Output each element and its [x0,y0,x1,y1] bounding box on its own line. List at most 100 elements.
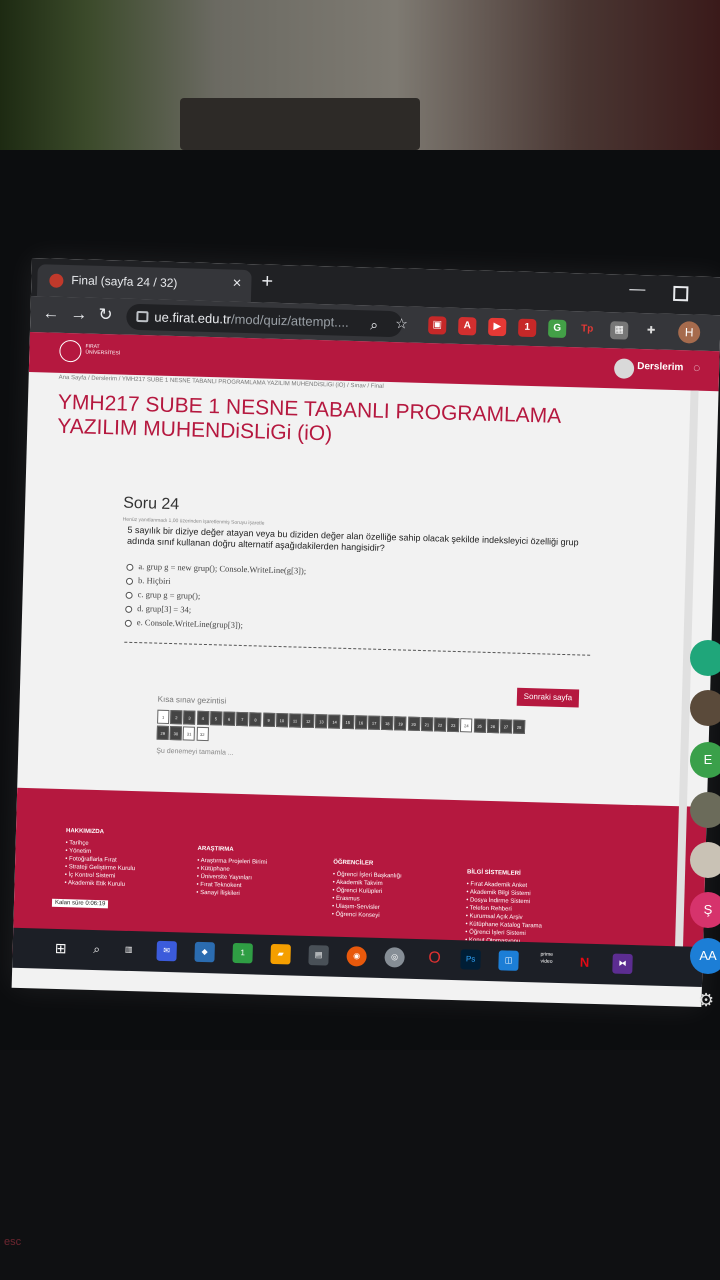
quiz-nav-button[interactable]: 22 [433,717,447,732]
extension-pdf-icon[interactable]: A [458,316,477,336]
prime-video-icon[interactable]: prime video [536,951,557,972]
quiz-nav-button[interactable]: 28 [512,719,526,734]
media-player-icon[interactable]: ◎ [384,947,405,968]
quiz-nav-button[interactable]: 19 [394,716,407,731]
new-tab-button[interactable]: + [261,270,273,293]
participant-bubble[interactable] [690,792,720,828]
quiz-nav-button[interactable]: 12 [302,713,315,729]
quiz-nav-button[interactable]: 31 [182,726,196,741]
minimize-icon[interactable]: — [629,281,645,299]
radio-button[interactable] [125,577,134,585]
message-icon[interactable]: ◌ [693,361,701,375]
mail-icon[interactable]: ✉ [156,940,177,962]
footer-list: • Araştırma Projeleri Birimi • Kütüphane •… [196,857,267,899]
windows-start-icon[interactable]: ⊞ [50,938,71,959]
radio-button[interactable] [125,591,133,599]
opera-icon[interactable]: O [424,948,445,969]
footer-col-students: ÖĞRENCİLER • Öğrenci İşleri Başkanlığı • … [332,859,402,921]
maximize-icon[interactable] [673,285,689,302]
forward-icon[interactable]: → [70,304,88,324]
netflix-icon[interactable]: N [574,952,595,973]
extensions-puzzle-icon[interactable]: ✚ [642,322,660,340]
photoshop-icon[interactable]: Ps [460,949,481,970]
quiz-nav-button[interactable]: 1 [157,709,170,725]
time-remaining: Kalan süre 0:06:19 [51,898,109,909]
quiz-nav-button[interactable]: 29 [156,725,169,741]
quiz-nav-button[interactable]: 27 [499,719,513,734]
task-view-icon[interactable]: ▥ [118,940,139,961]
footer-heading: ARAŞTIRMA [197,845,234,853]
bookmark-star-icon[interactable]: ☆ [395,315,408,332]
extension-media-icon[interactable]: ▶ [488,317,507,337]
question-text: 5 sayılık bir diziye değer atayan veya b… [127,524,579,553]
extension-tp-icon[interactable]: Tp [578,320,596,338]
address-bar[interactable]: ue.firat.edu.tr/mod/quiz/attempt.... [126,303,403,338]
footer-col-research: ARAŞTIRMA • Araştırma Projeleri Birimi • … [196,845,267,899]
quiz-nav-button[interactable]: 25 [473,718,486,733]
quiz-nav-button[interactable]: 4 [196,710,209,726]
footer-link[interactable]: • Sanayi İlişkileri [196,889,266,899]
footer-heading: BİLGİ SİSTEMLERİ [466,869,521,877]
extension-green-icon[interactable]: G [547,319,567,338]
quiz-nav-button[interactable]: 21 [420,717,434,732]
quiz-nav-button[interactable]: 16 [354,715,368,730]
participant-bubble-s[interactable]: Ş [690,892,720,928]
photos-icon[interactable]: ◫ [498,950,519,971]
chrome-icon[interactable]: ◉ [346,946,367,967]
folder-icon[interactable]: ▰ [270,943,291,965]
office-icon[interactable]: ◆ [194,941,215,963]
quiz-nav-button[interactable]: 3 [183,710,196,725]
university-logo-icon[interactable] [59,339,82,363]
participant-bubble[interactable] [690,640,720,676]
visual-studio-icon[interactable]: ⧓ [612,953,633,975]
settings-gear-icon[interactable]: ⚙ [698,990,714,1011]
quiz-nav-button[interactable]: 15 [341,714,354,730]
quiz-nav-button[interactable]: 7 [236,711,249,727]
extension-gray-icon[interactable]: ▦ [609,321,629,340]
radio-button[interactable] [124,619,132,627]
search-icon[interactable]: ⌕ [86,939,107,960]
quiz-nav-button[interactable]: 32 [196,726,209,742]
participant-bubble[interactable] [690,842,720,878]
participant-bubble-aa[interactable]: AA [690,938,720,974]
derslerim-link[interactable]: Derslerim [637,361,683,373]
quiz-nav-button[interactable]: 24 [460,718,473,733]
extension-pinterest-icon[interactable]: 1 [517,318,537,338]
radio-button[interactable] [126,563,134,571]
tab-close-icon[interactable]: × [232,275,241,292]
quiz-nav-button[interactable]: 18 [381,715,394,731]
footer-link[interactable]: • Akademik Etik Kurulu [64,879,134,889]
quiz-nav-button[interactable]: 23 [447,717,460,733]
background-shelf [180,98,420,150]
quiz-nav-button[interactable]: 2 [170,710,183,725]
finish-attempt-link[interactable]: Şu denemeyi tamamla ... [156,748,234,757]
app-badge-icon[interactable]: 1 [232,942,253,964]
store-icon[interactable]: ▤ [308,945,329,966]
quiz-nav-button[interactable]: 13 [315,714,328,729]
participant-bubble[interactable] [690,690,720,726]
quiz-nav-button[interactable]: 9 [262,712,275,727]
quiz-nav-button[interactable]: 11 [288,713,302,728]
profile-avatar[interactable]: H [677,321,701,344]
user-avatar[interactable] [613,358,635,379]
quiz-nav-button[interactable]: 10 [275,712,289,728]
radio-button[interactable] [125,605,133,613]
quiz-nav-button[interactable]: 17 [367,715,381,730]
quiz-nav-button[interactable]: 30 [169,726,183,741]
extension-calendar-icon[interactable]: ▣ [428,316,447,335]
zoom-search-icon[interactable]: ⌕ [370,316,378,333]
footer-link[interactable]: • Öğrenci Konseyi [332,911,401,921]
reload-icon[interactable]: ↻ [98,305,113,325]
quiz-navigation-grid: 1 2 3 4 5 6 7 8 9 10 11 12 13 14 15 16 17 18 19 20 21 22 23 24 2… [156,709,538,753]
quiz-nav-button[interactable]: 5 [209,711,223,726]
question-heading: Soru 24 [122,494,180,514]
quiz-nav-button[interactable]: 6 [222,711,236,726]
quiz-nav-button[interactable]: 26 [486,718,499,734]
quiz-nav-button[interactable]: 20 [407,716,420,732]
quiz-nav-button[interactable]: 8 [249,712,262,727]
divider [124,641,591,656]
next-page-button[interactable]: Sonraki sayfa [516,687,580,708]
participant-bubble-e[interactable]: E [690,742,720,778]
back-icon[interactable]: ← [42,303,60,323]
quiz-nav-button[interactable]: 14 [328,714,341,729]
